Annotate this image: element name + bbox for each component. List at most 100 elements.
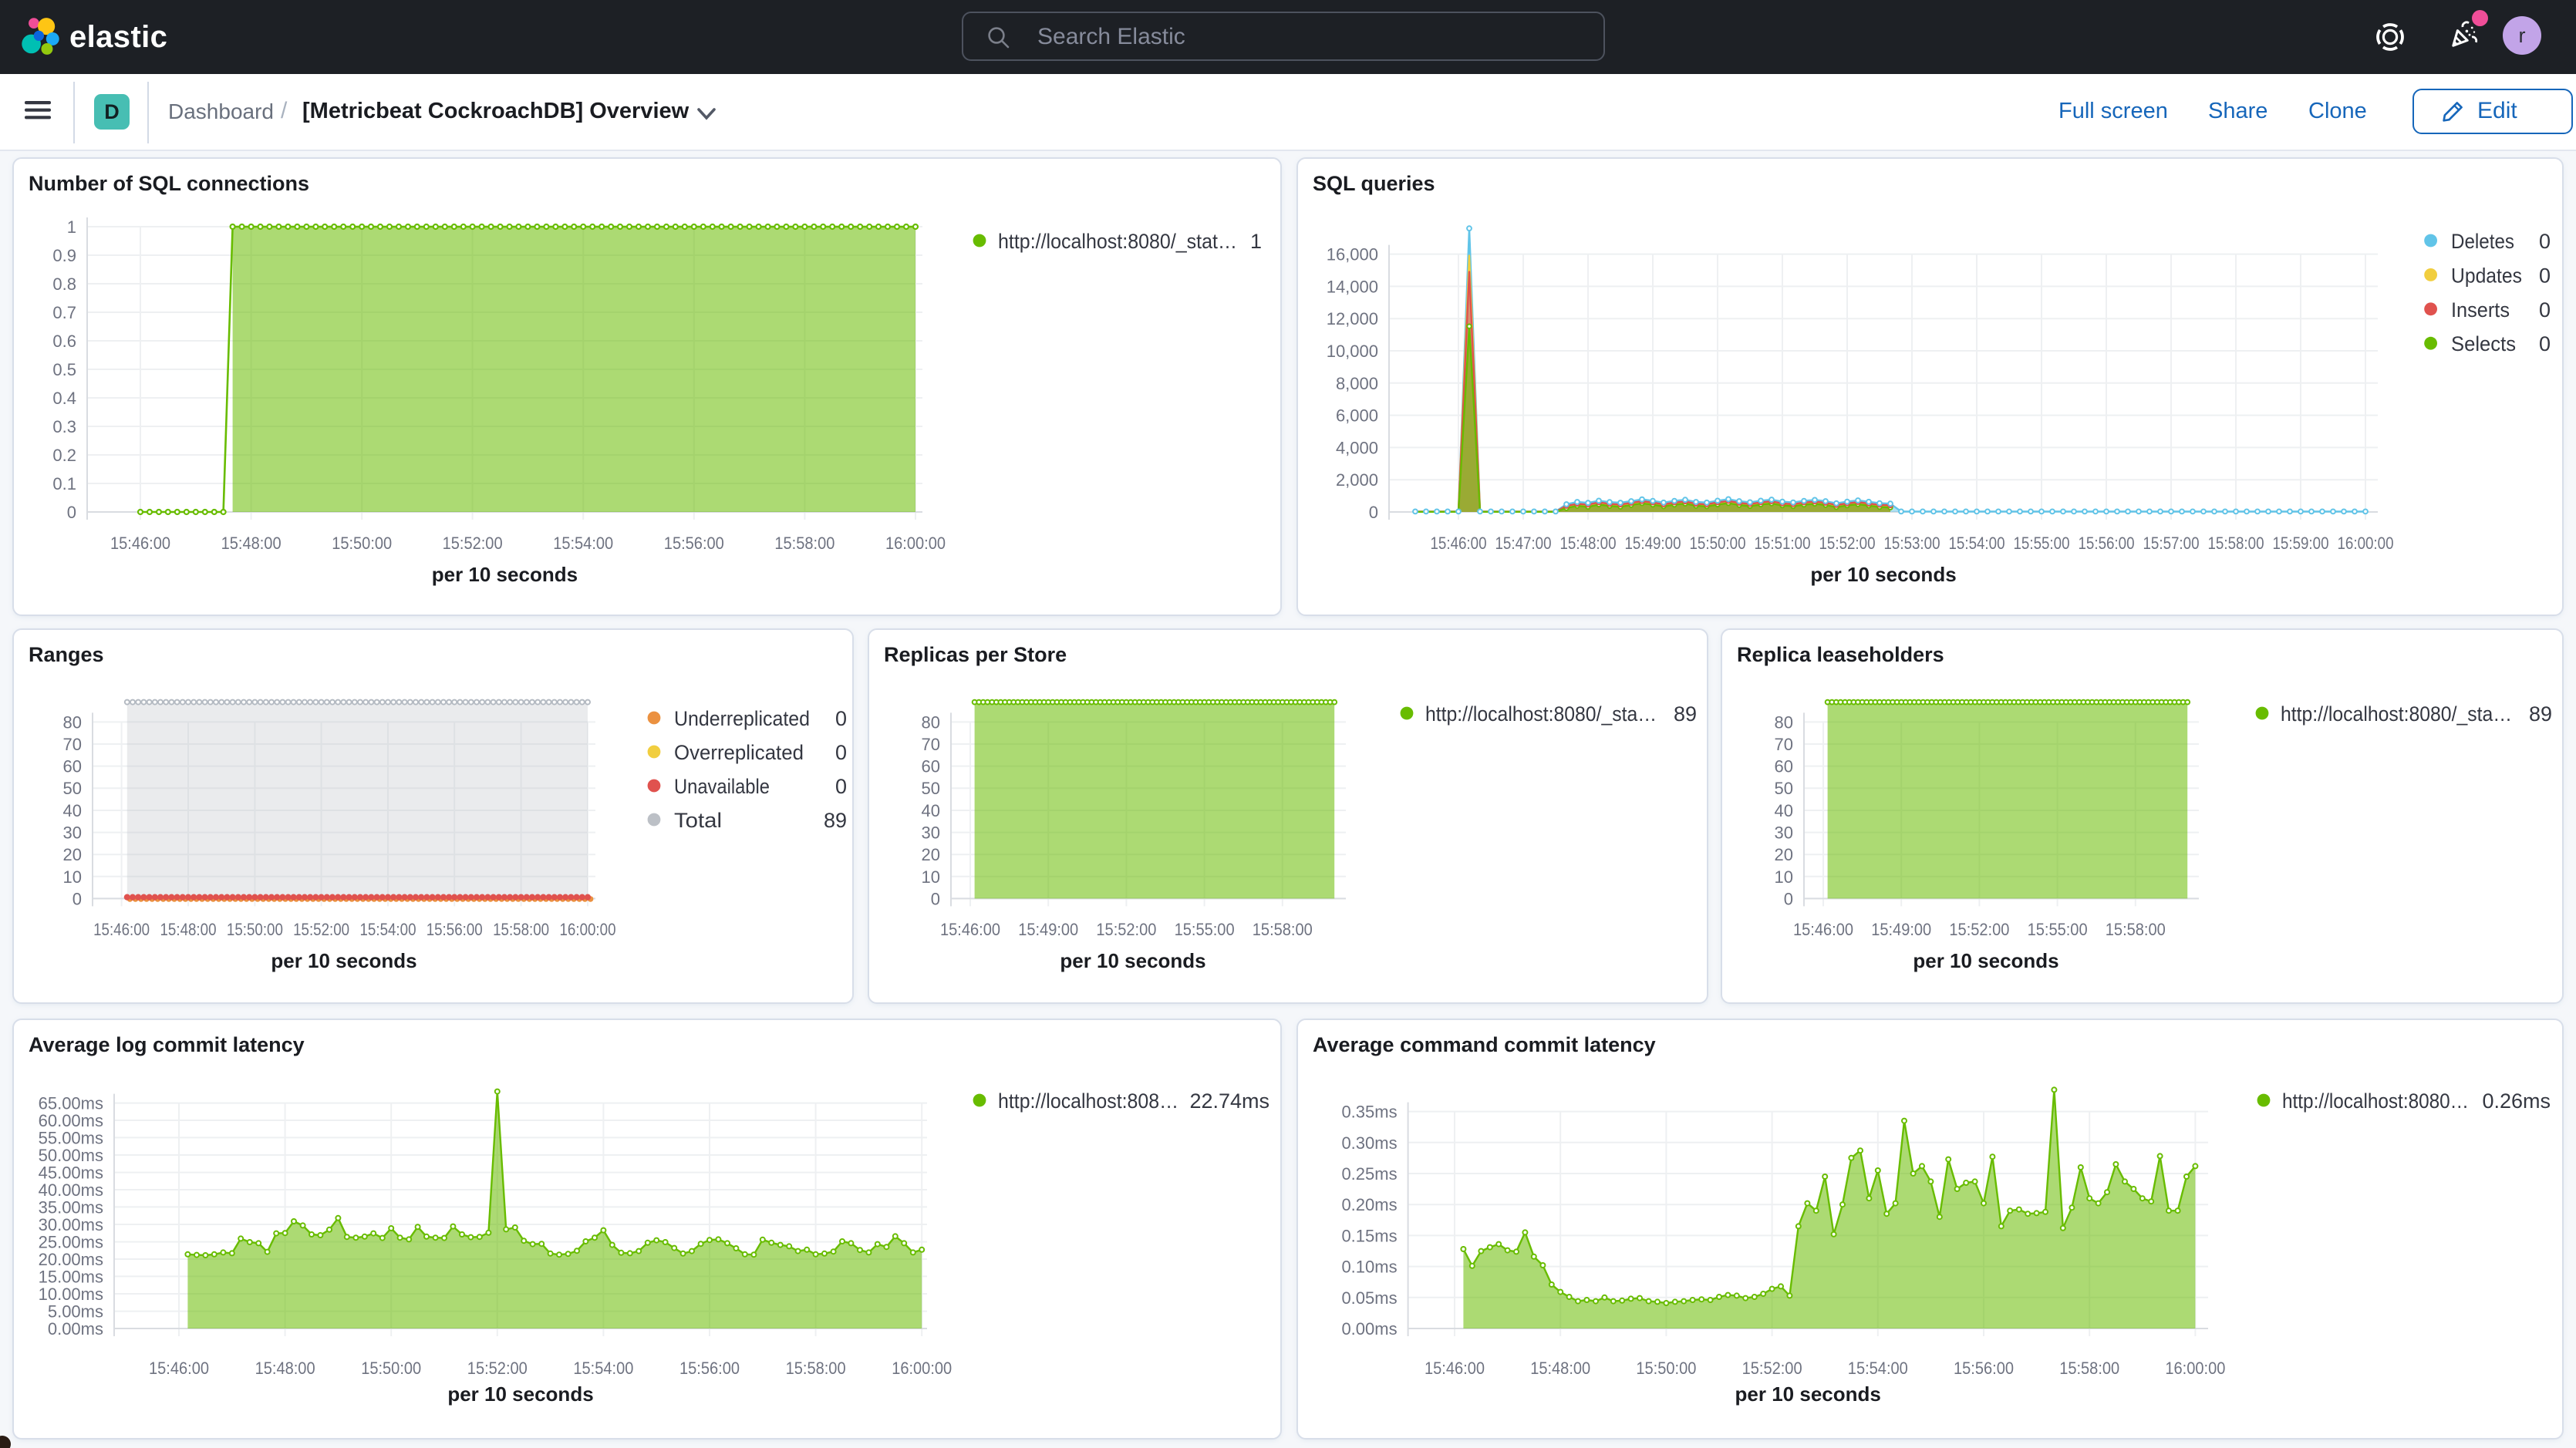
svg-text:15:58:00: 15:58:00 (774, 534, 835, 553)
svg-text:0: 0 (1369, 503, 1378, 522)
svg-text:89: 89 (1674, 702, 1697, 726)
svg-text:0: 0 (931, 889, 940, 908)
svg-text:15:58:00: 15:58:00 (2208, 534, 2264, 553)
svg-text:0.2: 0.2 (52, 446, 76, 465)
svg-text:Underreplicated: Underreplicated (674, 707, 810, 730)
svg-text:50: 50 (1775, 779, 1793, 798)
svg-text:15:52:00: 15:52:00 (1742, 1359, 1802, 1378)
svg-text:15:58:00: 15:58:00 (1253, 920, 1313, 939)
svg-text:70: 70 (922, 735, 940, 754)
svg-text:0.30ms: 0.30ms (1341, 1133, 1397, 1153)
svg-text:60.00ms: 60.00ms (39, 1111, 103, 1130)
svg-text:65.00ms: 65.00ms (39, 1094, 103, 1113)
svg-text:15:52:00: 15:52:00 (443, 534, 503, 553)
svg-text:0: 0 (835, 707, 847, 730)
svg-text:20.00ms: 20.00ms (39, 1250, 103, 1269)
svg-text:15:48:00: 15:48:00 (160, 920, 217, 939)
svg-text:http://localhost:8080/_sta…: http://localhost:8080/_sta… (1425, 702, 1657, 726)
svg-text:0.00ms: 0.00ms (1341, 1319, 1397, 1339)
svg-text:Overreplicated: Overreplicated (674, 741, 804, 764)
svg-text:10,000: 10,000 (1327, 342, 1378, 361)
svg-text:0.15ms: 0.15ms (1341, 1226, 1397, 1245)
svg-text:15:46:00: 15:46:00 (1425, 1359, 1485, 1378)
svg-text:40.00ms: 40.00ms (39, 1180, 103, 1200)
svg-text:0.4: 0.4 (52, 389, 76, 408)
svg-text:0: 0 (2539, 298, 2551, 322)
svg-text:per 10 seconds: per 10 seconds (1913, 949, 2058, 972)
svg-text:Inserts: Inserts (2451, 298, 2510, 322)
svg-text:8,000: 8,000 (1336, 374, 1378, 393)
svg-text:20: 20 (1775, 845, 1793, 864)
svg-text:55.00ms: 55.00ms (39, 1128, 103, 1147)
svg-text:16:00:00: 16:00:00 (892, 1359, 952, 1378)
svg-text:16:00:00: 16:00:00 (2165, 1359, 2225, 1378)
svg-text:http://localhost:8080/_sta…: http://localhost:8080/_sta… (2281, 702, 2512, 726)
svg-text:0.05ms: 0.05ms (1341, 1288, 1397, 1308)
svg-text:15:48:00: 15:48:00 (1560, 534, 1617, 553)
svg-text:0.20ms: 0.20ms (1341, 1195, 1397, 1214)
svg-text:15:59:00: 15:59:00 (2273, 534, 2329, 553)
svg-text:0: 0 (1784, 889, 1793, 908)
svg-text:0.3: 0.3 (52, 417, 76, 436)
svg-text:Selects: Selects (2451, 332, 2516, 355)
svg-text:5.00ms: 5.00ms (48, 1302, 103, 1322)
svg-text:14,000: 14,000 (1327, 277, 1378, 296)
svg-text:70: 70 (1775, 735, 1793, 754)
svg-text:25.00ms: 25.00ms (39, 1233, 103, 1252)
svg-text:15:56:00: 15:56:00 (2079, 534, 2135, 553)
svg-text:16:00:00: 16:00:00 (885, 534, 946, 553)
svg-text:15:54:00: 15:54:00 (1848, 1359, 1908, 1378)
svg-text:15:54:00: 15:54:00 (1949, 534, 2005, 553)
svg-text:15:58:00: 15:58:00 (2059, 1359, 2119, 1378)
svg-text:50.00ms: 50.00ms (39, 1146, 103, 1165)
svg-text:Total: Total (674, 809, 722, 832)
svg-text:89: 89 (824, 809, 847, 832)
svg-text:0.26ms: 0.26ms (2482, 1089, 2551, 1113)
svg-text:per 10 seconds: per 10 seconds (1735, 1382, 1881, 1406)
svg-text:16:00:00: 16:00:00 (2338, 534, 2394, 553)
svg-text:0.35ms: 0.35ms (1341, 1103, 1397, 1122)
svg-text:http://localhost:808…: http://localhost:808… (998, 1089, 1178, 1113)
svg-text:12,000: 12,000 (1327, 309, 1378, 328)
svg-text:15:52:00: 15:52:00 (1819, 534, 1876, 553)
svg-text:15:53:00: 15:53:00 (1884, 534, 1940, 553)
svg-text:15:48:00: 15:48:00 (1530, 1359, 1590, 1378)
svg-text:15:58:00: 15:58:00 (493, 920, 549, 939)
svg-text:0.1: 0.1 (52, 474, 76, 493)
svg-text:http://localhost:8080…: http://localhost:8080… (2282, 1089, 2469, 1113)
svg-text:0.8: 0.8 (52, 274, 76, 294)
svg-text:30: 30 (922, 823, 940, 842)
svg-text:15.00ms: 15.00ms (39, 1267, 103, 1286)
svg-text:Deletes: Deletes (2451, 230, 2514, 253)
svg-text:15:46:00: 15:46:00 (940, 920, 1000, 939)
svg-text:15:48:00: 15:48:00 (255, 1359, 315, 1378)
svg-text:15:52:00: 15:52:00 (467, 1359, 528, 1378)
svg-text:10: 10 (1775, 867, 1793, 886)
svg-text:15:54:00: 15:54:00 (360, 920, 416, 939)
svg-text:15:57:00: 15:57:00 (2143, 534, 2200, 553)
svg-text:15:50:00: 15:50:00 (227, 920, 283, 939)
svg-text:10.00ms: 10.00ms (39, 1285, 103, 1304)
svg-text:15:52:00: 15:52:00 (293, 920, 349, 939)
svg-text:15:51:00: 15:51:00 (1755, 534, 1811, 553)
svg-text:50: 50 (63, 779, 82, 798)
svg-text:2,000: 2,000 (1336, 470, 1378, 490)
svg-text:0.00ms: 0.00ms (48, 1319, 103, 1339)
svg-text:22.74ms: 22.74ms (1189, 1089, 1269, 1113)
svg-text:40: 40 (1775, 801, 1793, 820)
svg-text:Unavailable: Unavailable (674, 775, 770, 798)
svg-text:15:46:00: 15:46:00 (149, 1359, 209, 1378)
svg-text:per 10 seconds: per 10 seconds (271, 949, 416, 972)
svg-text:1: 1 (1250, 230, 1262, 253)
svg-text:15:54:00: 15:54:00 (573, 1359, 633, 1378)
svg-text:20: 20 (922, 845, 940, 864)
svg-text:per 10 seconds: per 10 seconds (1060, 949, 1205, 972)
svg-text:per 10 seconds: per 10 seconds (447, 1382, 593, 1406)
svg-text:15:50:00: 15:50:00 (332, 534, 392, 553)
svg-text:60: 60 (63, 756, 82, 776)
svg-text:15:49:00: 15:49:00 (1871, 920, 1931, 939)
svg-text:30: 30 (63, 823, 82, 842)
svg-text:0: 0 (835, 775, 847, 798)
svg-text:0: 0 (2539, 230, 2551, 253)
svg-text:15:46:00: 15:46:00 (93, 920, 150, 939)
